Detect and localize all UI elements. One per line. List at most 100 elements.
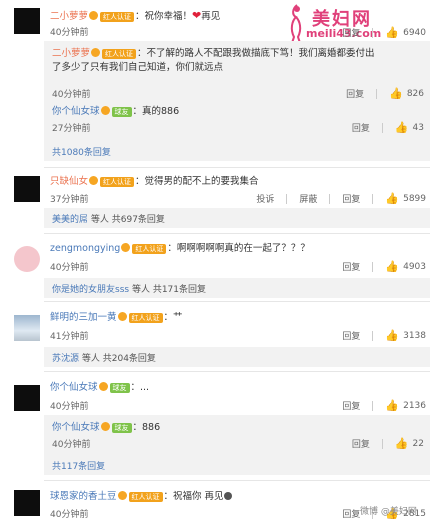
like-button[interactable]: 👍 5899: [385, 192, 426, 205]
verified-icon: [117, 312, 127, 321]
more-replies-link[interactable]: 美美的屌 等人 共697条回复: [52, 212, 165, 225]
thumbs-up-icon: 👍: [385, 399, 400, 412]
like-count: 2136: [403, 400, 426, 411]
avatar[interactable]: [14, 8, 40, 34]
block-button[interactable]: 屏蔽: [299, 192, 317, 205]
timestamp: 40分钟前: [50, 510, 89, 520]
like-count: 826: [406, 88, 424, 99]
report-button[interactable]: 投诉: [256, 192, 274, 205]
like-button[interactable]: 👍 2136: [385, 399, 426, 412]
like-count: 22: [412, 438, 424, 449]
avatar[interactable]: [14, 385, 40, 411]
timestamp: 40分钟前: [52, 440, 91, 450]
reply-text: ：不了解的路人不配跟我做描底下笃！我们离婚都委付出了多少了只有我们自己知道，你们…: [52, 48, 375, 73]
like-count: 5899: [403, 193, 426, 204]
like-button[interactable]: 👍 43: [395, 121, 424, 134]
verified-icon: [89, 176, 99, 185]
verified-icon: [117, 491, 127, 500]
username[interactable]: 鲜明的三加一黄: [50, 312, 117, 323]
reply-button[interactable]: 回复: [346, 87, 364, 100]
user-tag: 球友: [111, 107, 132, 117]
thumbs-up-icon: 👍: [389, 87, 403, 100]
like-button[interactable]: 👍 826: [389, 87, 424, 100]
like-count: 6940: [403, 27, 426, 38]
reply-user[interactable]: 你是她的女朋友sss: [52, 285, 129, 295]
like-count: 43: [412, 122, 424, 133]
reply-button[interactable]: 回复: [342, 329, 360, 342]
reply-count: 等人 共171条回复: [131, 285, 206, 295]
reply-text: ：886: [132, 422, 161, 433]
divider: [44, 480, 430, 481]
comment-5: 你个仙女球 球友：... 40分钟前 回复 👍 2136 你个仙女球 球友 ：886 4…: [0, 375, 440, 475]
reply-list: 你个仙女球 球友 ：886 40分钟前 回复 👍 22 共117条回复: [44, 415, 430, 475]
like-button[interactable]: 👍 6940: [385, 26, 426, 39]
comment-2: 只缺仙女 红人认证 ：觉得男的配不上的要我集合 37分钟前 投诉 屏蔽 回复 👍 58…: [0, 170, 440, 232]
like-button[interactable]: 👍 4903: [385, 260, 426, 273]
reply-button[interactable]: 回复: [342, 507, 360, 520]
reply-item: 二小萝萝 红人认证 ：不了解的路人不配跟我做描底下笃！我们离婚都委付出了多少了只有我…: [52, 47, 424, 100]
avatar[interactable]: [14, 490, 40, 516]
reply-list: 二小萝萝 红人认证 ：不了解的路人不配跟我做描底下笃！我们离婚都委付出了多少了只有我…: [44, 41, 430, 161]
user-tag: 红人认证: [132, 244, 167, 254]
divider: [372, 193, 374, 204]
reply-button[interactable]: 回复: [352, 121, 370, 134]
avatar[interactable]: [14, 176, 40, 202]
comment-text-after: 再见: [201, 11, 221, 22]
avatar[interactable]: [14, 246, 40, 272]
reply-button[interactable]: 回复: [352, 437, 370, 450]
reply-count: 等人 共697条回复: [90, 215, 165, 225]
user-tag: 红人认证: [100, 12, 135, 22]
username[interactable]: 二小萝萝: [50, 11, 88, 22]
reply-item: 你个仙女球 球友 ：真的886 27分钟前 回复 👍 43: [52, 105, 424, 134]
avatar[interactable]: [14, 315, 40, 341]
username[interactable]: 球恩家的香土豆: [50, 491, 117, 502]
reply-user[interactable]: 苏沈源: [52, 354, 79, 364]
username[interactable]: 你个仙女球: [50, 382, 98, 393]
username[interactable]: 你个仙女球: [52, 106, 100, 117]
emoji-icon: [223, 492, 232, 500]
timestamp: 37分钟前: [50, 195, 89, 205]
reply-user[interactable]: 美美的屌: [52, 215, 88, 225]
reply-item: 你个仙女球 球友 ：886 40分钟前 回复 👍 22: [52, 421, 424, 450]
divider: [372, 27, 374, 38]
reply-body: 你个仙女球 球友 ：886: [52, 421, 424, 435]
like-button[interactable]: 👍 22: [395, 437, 424, 450]
username[interactable]: 只缺仙女: [50, 176, 88, 187]
username[interactable]: 二小萝萝: [52, 48, 90, 59]
verified-icon: [100, 106, 110, 115]
reply-text: ：真的886: [132, 106, 180, 117]
reply-body: 你个仙女球 球友 ：真的886: [52, 105, 424, 119]
comment-4: 鲜明的三加一黄 红人认证 ：艹 41分钟前 回复 👍 3138 苏沈源 等人 共204…: [0, 305, 440, 369]
reply-button[interactable]: 回复: [342, 399, 360, 412]
like-count: 3138: [403, 330, 426, 341]
comment-text: ：祝福你 再见: [163, 491, 224, 502]
like-button[interactable]: 👍 3138: [385, 329, 426, 342]
thumbs-up-icon: 👍: [385, 260, 400, 273]
comment-3: zengmongying 红人认证 ：啊啊啊啊啊真的在一起了？？？ 40分钟前 回复…: [0, 236, 440, 300]
thumbs-up-icon: 👍: [394, 121, 409, 134]
divider: [44, 371, 430, 372]
username[interactable]: 你个仙女球: [52, 422, 100, 433]
comment-body: 只缺仙女 红人认证 ：觉得男的配不上的要我集合: [50, 175, 430, 189]
reply-button[interactable]: 回复: [342, 192, 360, 205]
more-replies-link[interactable]: 苏沈源 等人 共204条回复: [52, 351, 156, 364]
timestamp: 40分钟前: [50, 402, 89, 412]
user-tag: 红人认证: [102, 49, 137, 59]
more-replies-link[interactable]: 共1080条回复: [52, 145, 111, 158]
comment-body: 球恩家的香土豆 红人认证 ：祝福你 再见: [50, 490, 430, 504]
timestamp: 40分钟前: [52, 90, 91, 100]
user-tag: 红人认证: [128, 492, 163, 502]
divider: [381, 438, 383, 449]
more-replies-link[interactable]: 你是她的女朋友sss 等人 共171条回复: [52, 282, 206, 295]
reply-button[interactable]: 回复: [342, 260, 360, 273]
comment-text: ：艹: [163, 312, 183, 323]
reply-button[interactable]: 回复: [342, 26, 360, 39]
more-replies-link[interactable]: 共117条回复: [52, 459, 105, 472]
user-tag: 红人认证: [100, 177, 135, 187]
verified-icon: [98, 382, 108, 391]
reply-summary: 苏沈源 等人 共204条回复: [44, 347, 430, 367]
reply-body: 二小萝萝 红人认证 ：不了解的路人不配跟我做描底下笃！我们离婚都委付出了多少了只有我…: [52, 47, 382, 75]
like-count: 4903: [403, 261, 426, 272]
username[interactable]: zengmongying: [50, 243, 120, 254]
timestamp: 40分钟前: [50, 263, 89, 273]
